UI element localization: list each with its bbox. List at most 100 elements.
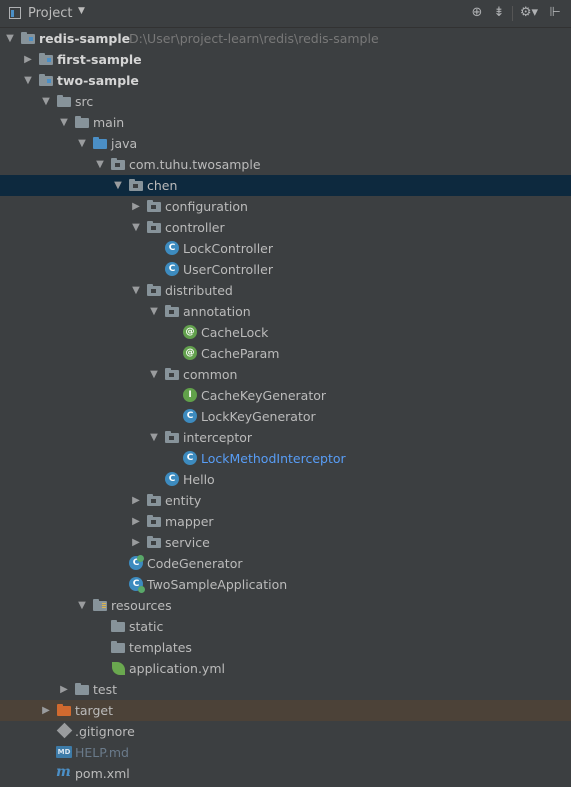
collapsed-arrow-icon[interactable]: ▶ <box>130 196 142 217</box>
tree-node-label: .gitignore <box>75 724 135 739</box>
tree-node[interactable]: ▼ interceptor <box>0 427 571 448</box>
collapsed-arrow-icon[interactable]: ▶ <box>130 532 142 553</box>
tree-node[interactable]: ▼ main <box>0 112 571 133</box>
tree-node[interactable]: ▼ distributed <box>0 280 571 301</box>
tree-node-label: src <box>75 94 94 109</box>
module-folder-icon <box>20 31 36 46</box>
tree-node[interactable]: application.yml <box>0 658 571 679</box>
collapsed-arrow-icon[interactable]: ▶ <box>58 679 70 700</box>
tree-node[interactable]: @ CacheLock <box>0 322 571 343</box>
tree-node[interactable]: templates <box>0 637 571 658</box>
package-icon <box>164 304 180 319</box>
tree-node-label: interceptor <box>183 430 253 445</box>
tree-node[interactable]: ▼ common <box>0 364 571 385</box>
tree-node-label: CacheKeyGenerator <box>201 388 327 403</box>
collapsed-arrow-icon[interactable]: ▶ <box>130 490 142 511</box>
expanded-arrow-icon[interactable]: ▼ <box>40 91 52 112</box>
tree-node[interactable]: C LockMethodInterceptor <box>0 448 571 469</box>
tree-node[interactable]: static <box>0 616 571 637</box>
collapsed-arrow-icon[interactable]: ▶ <box>130 511 142 532</box>
tree-node-label: TwoSampleApplication <box>147 577 288 592</box>
chevron-down-icon[interactable]: ▼ <box>78 6 85 16</box>
tree-node[interactable]: .gitignore <box>0 721 571 742</box>
scroll-from-source-icon[interactable]: ⊕ <box>469 5 485 21</box>
view-selector-label[interactable]: Project <box>28 6 72 21</box>
project-tree[interactable]: ▼ redis-sample D:\User\project-learn\redis… <box>0 28 571 787</box>
expanded-arrow-icon[interactable]: ▼ <box>94 154 106 175</box>
expanded-arrow-icon[interactable]: ▼ <box>4 28 16 49</box>
tree-node-label: UserController <box>183 262 273 277</box>
tree-node[interactable]: MD HELP.md <box>0 742 571 763</box>
tree-node[interactable]: ▼ src <box>0 91 571 112</box>
tree-node[interactable]: ▶ configuration <box>0 196 571 217</box>
gear-icon[interactable]: ⚙▾ <box>518 5 540 21</box>
folder-icon <box>74 682 90 697</box>
tree-node-label: com.tuhu.twosample <box>129 157 261 172</box>
package-icon <box>146 283 162 298</box>
expanded-arrow-icon[interactable]: ▼ <box>148 301 160 322</box>
tree-node[interactable]: ▼ com.tuhu.twosample <box>0 154 571 175</box>
tool-window-header: Project ▼ ⊕ ⇟ ⚙▾ ⊩ <box>0 0 571 28</box>
package-icon <box>128 178 144 193</box>
tree-node[interactable]: C CodeGenerator <box>0 553 571 574</box>
tree-node[interactable]: ▶ service <box>0 532 571 553</box>
tree-node[interactable]: ▼ redis-sample D:\User\project-learn\redis… <box>0 28 571 49</box>
project-tool-window: Project ▼ ⊕ ⇟ ⚙▾ ⊩ ▼ redis-sample D:\User\… <box>0 0 571 787</box>
tree-node[interactable]: ▼ resources <box>0 595 571 616</box>
expanded-arrow-icon[interactable]: ▼ <box>112 175 124 196</box>
tree-node[interactable]: ▶ entity <box>0 490 571 511</box>
tree-node-label: static <box>129 619 164 634</box>
tree-node-label: entity <box>165 493 202 508</box>
collapsed-arrow-icon[interactable]: ▶ <box>22 49 34 70</box>
tree-node-label: main <box>93 115 125 130</box>
tree-node[interactable]: ▼ chen <box>0 175 571 196</box>
hide-icon[interactable]: ⊩ <box>547 5 563 21</box>
tree-node-label: HELP.md <box>75 745 129 760</box>
tree-node[interactable]: ▼ controller <box>0 217 571 238</box>
tree-node-label: two-sample <box>57 73 139 88</box>
tree-node-label: templates <box>129 640 192 655</box>
expanded-arrow-icon[interactable]: ▼ <box>148 427 160 448</box>
expanded-arrow-icon[interactable]: ▼ <box>22 70 34 91</box>
expanded-arrow-icon[interactable]: ▼ <box>76 133 88 154</box>
tree-node[interactable]: ▼ java <box>0 133 571 154</box>
class-icon: C <box>164 241 180 256</box>
class-icon: C <box>164 262 180 277</box>
tree-node[interactable]: C Hello <box>0 469 571 490</box>
folder-icon <box>110 640 126 655</box>
expanded-arrow-icon[interactable]: ▼ <box>148 364 160 385</box>
package-icon <box>164 430 180 445</box>
tree-node[interactable]: C LockKeyGenerator <box>0 406 571 427</box>
tree-node[interactable]: m pom.xml <box>0 763 571 784</box>
tree-node-label: test <box>93 682 118 697</box>
collapsed-arrow-icon[interactable]: ▶ <box>40 700 52 721</box>
tree-node-label: CacheParam <box>201 346 280 361</box>
tree-node[interactable]: C TwoSampleApplication <box>0 574 571 595</box>
package-icon <box>146 199 162 214</box>
module-folder-icon <box>38 73 54 88</box>
tree-node-label: common <box>183 367 238 382</box>
tree-node-label: first-sample <box>57 52 142 67</box>
tree-node-label: resources <box>111 598 172 613</box>
expanded-arrow-icon[interactable]: ▼ <box>130 217 142 238</box>
expanded-arrow-icon[interactable]: ▼ <box>58 112 70 133</box>
expanded-arrow-icon[interactable]: ▼ <box>76 595 88 616</box>
tree-node[interactable]: @ CacheParam <box>0 343 571 364</box>
tree-node-label: Hello <box>183 472 215 487</box>
tree-node[interactable]: C LockController <box>0 238 571 259</box>
tree-node[interactable]: ▶ first-sample <box>0 49 571 70</box>
collapse-all-icon[interactable]: ⇟ <box>491 5 507 21</box>
tree-node[interactable]: C UserController <box>0 259 571 280</box>
tree-node[interactable]: ▼ two-sample <box>0 70 571 91</box>
resources-folder-icon <box>92 598 108 613</box>
tree-node[interactable]: ▶ target <box>0 700 571 721</box>
tree-node-label: pom.xml <box>75 766 130 781</box>
expanded-arrow-icon[interactable]: ▼ <box>130 280 142 301</box>
tree-node[interactable]: ▶ test <box>0 679 571 700</box>
tree-node[interactable]: I CacheKeyGenerator <box>0 385 571 406</box>
package-icon <box>146 514 162 529</box>
tree-node[interactable]: ▶ mapper <box>0 511 571 532</box>
tree-node-label: distributed <box>165 283 233 298</box>
tree-node[interactable]: ▼ annotation <box>0 301 571 322</box>
tree-node-label: java <box>111 136 138 151</box>
